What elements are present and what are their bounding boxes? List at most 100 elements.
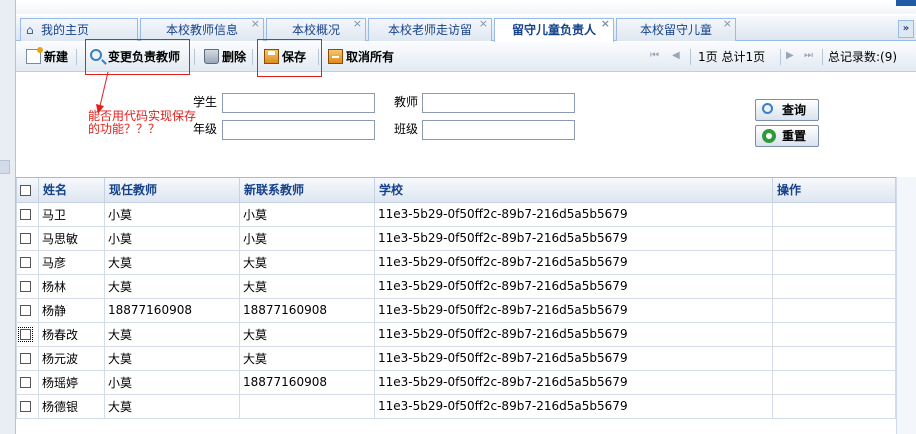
row-checkbox[interactable] <box>20 281 31 292</box>
cell-new-teacher[interactable]: 大莫 <box>239 250 375 275</box>
column-header-action[interactable]: 操作 <box>772 178 896 203</box>
row-checkbox[interactable] <box>20 353 31 364</box>
row-select-cell[interactable] <box>16 226 39 251</box>
tab-home[interactable]: ⌂ 我的主页 <box>20 18 138 41</box>
cell-action[interactable] <box>772 202 896 227</box>
cell-action[interactable] <box>772 298 896 323</box>
cancel-all-label: 取消所有 <box>346 50 395 64</box>
last-page-icon[interactable]: ⏭ <box>804 49 813 63</box>
cell-new-teacher[interactable]: 18877160908 <box>239 298 375 323</box>
student-input[interactable] <box>222 93 375 113</box>
cell-name: 杨元波 <box>38 346 105 371</box>
table-row[interactable]: 杨春改 大莫 大莫 11e3-5b29-0f50ff2c-89b7-216d5a… <box>16 322 896 347</box>
cell-current-teacher: 小莫 <box>104 370 240 395</box>
cell-action[interactable] <box>772 394 896 419</box>
close-icon[interactable]: × <box>353 17 362 31</box>
vertical-scrollbar[interactable] <box>896 177 916 434</box>
row-checkbox[interactable] <box>20 305 31 316</box>
cell-new-teacher[interactable]: 18877160908 <box>239 370 375 395</box>
tab-teacher-visits[interactable]: 本校老师走访留 × <box>368 17 492 41</box>
row-select-cell[interactable] <box>16 346 39 371</box>
row-checkbox[interactable] <box>20 377 31 388</box>
toolbar-separator <box>690 49 691 65</box>
cell-new-teacher[interactable]: 小莫 <box>239 226 375 251</box>
tab-teacher-info[interactable]: 本校教师信息 × <box>140 17 264 41</box>
reset-button[interactable]: 重置 <box>755 125 819 147</box>
row-select-cell[interactable] <box>16 250 39 275</box>
row-checkbox[interactable] <box>20 257 31 268</box>
close-icon[interactable]: × <box>601 17 610 31</box>
query-button[interactable]: 查询 <box>755 99 819 121</box>
tab-school-overview[interactable]: 本校概况 × <box>266 17 366 41</box>
table-row[interactable]: 马思敏 小莫 小莫 11e3-5b29-0f50ff2c-89b7-216d5a… <box>16 226 896 251</box>
cell-school: 11e3-5b29-0f50ff2c-89b7-216d5a5b5679 <box>374 346 773 371</box>
cell-new-teacher[interactable]: 大莫 <box>239 274 375 299</box>
search-icon <box>762 103 773 114</box>
row-select-cell[interactable] <box>16 274 39 299</box>
teacher-input[interactable] <box>422 93 575 113</box>
cell-action[interactable] <box>772 274 896 299</box>
row-select-cell[interactable] <box>16 322 39 347</box>
cell-new-teacher[interactable]: 大莫 <box>239 322 375 347</box>
cell-action[interactable] <box>772 346 896 371</box>
column-header-current-teacher[interactable]: 现任教师 <box>104 178 240 203</box>
next-page-icon[interactable]: ▶ <box>786 49 794 63</box>
cell-current-teacher: 18877160908 <box>104 298 240 323</box>
table-row[interactable]: 杨静 18877160908 18877160908 11e3-5b29-0f5… <box>16 298 896 323</box>
table-row[interactable]: 杨瑶婷 小莫 18877160908 11e3-5b29-0f50ff2c-89… <box>16 370 896 395</box>
column-header-school[interactable]: 学校 <box>374 178 773 203</box>
cell-action[interactable] <box>772 226 896 251</box>
collapse-handle[interactable] <box>0 160 10 174</box>
row-select-cell[interactable] <box>16 394 39 419</box>
row-select-cell[interactable] <box>16 298 39 323</box>
table-row[interactable]: 马彦 大莫 大莫 11e3-5b29-0f50ff2c-89b7-216d5a5… <box>16 250 896 275</box>
cell-name: 杨静 <box>38 298 105 323</box>
tab-left-behind-responsible[interactable]: 留守儿童负责人 × <box>494 17 614 42</box>
table-row[interactable]: 马卫 小莫 小莫 11e3-5b29-0f50ff2c-89b7-216d5a5… <box>16 202 896 227</box>
cell-action[interactable] <box>772 370 896 395</box>
class-input[interactable] <box>422 120 575 140</box>
cell-current-teacher: 大莫 <box>104 346 240 371</box>
cell-current-teacher: 小莫 <box>104 226 240 251</box>
new-document-icon <box>26 47 43 64</box>
class-label: 班级 <box>394 122 419 136</box>
close-icon[interactable]: × <box>251 17 260 31</box>
new-button[interactable]: 新建 <box>26 47 68 67</box>
first-page-icon[interactable]: ⏮ <box>650 49 659 63</box>
cell-school: 11e3-5b29-0f50ff2c-89b7-216d5a5b5679 <box>374 250 773 275</box>
cell-action[interactable] <box>772 250 896 275</box>
column-header-name[interactable]: 姓名 <box>38 178 105 203</box>
table-row[interactable]: 杨元波 大莫 大莫 11e3-5b29-0f50ff2c-89b7-216d5a… <box>16 346 896 371</box>
delete-button-label: 删除 <box>222 50 247 64</box>
row-checkbox[interactable] <box>20 209 31 220</box>
delete-button[interactable]: 删除 <box>204 47 246 67</box>
cancel-icon <box>328 49 343 64</box>
cancel-all-button[interactable]: 取消所有 <box>328 47 394 67</box>
cell-school: 11e3-5b29-0f50ff2c-89b7-216d5a5b5679 <box>374 274 773 299</box>
cell-new-teacher[interactable]: 大莫 <box>239 346 375 371</box>
cell-action[interactable] <box>772 322 896 347</box>
row-select-cell[interactable] <box>16 202 39 227</box>
cell-new-teacher[interactable] <box>239 394 375 419</box>
tab-overflow-icon[interactable]: » <box>898 20 914 38</box>
close-icon[interactable]: × <box>479 17 488 31</box>
annotation-box-save <box>257 39 322 77</box>
row-select-cell[interactable] <box>16 370 39 395</box>
toolbar-separator <box>76 49 77 65</box>
cell-name: 杨林 <box>38 274 105 299</box>
row-checkbox[interactable] <box>20 233 31 244</box>
select-all-cell[interactable] <box>16 178 39 203</box>
select-all-checkbox[interactable] <box>20 184 31 196</box>
row-checkbox[interactable] <box>20 401 31 412</box>
table-row[interactable]: 杨德银 大莫 11e3-5b29-0f50ff2c-89b7-216d5a5b5… <box>16 394 896 419</box>
column-header-new-teacher[interactable]: 新联系教师 <box>239 178 375 203</box>
cell-new-teacher[interactable]: 小莫 <box>239 202 375 227</box>
row-checkbox[interactable] <box>18 327 33 342</box>
tab-label: 本校概况 <box>291 23 340 37</box>
close-icon[interactable]: × <box>723 17 732 31</box>
tab-left-behind-children[interactable]: 本校留守儿童 × <box>616 17 736 41</box>
table-row[interactable]: 杨林 大莫 大莫 11e3-5b29-0f50ff2c-89b7-216d5a5… <box>16 274 896 299</box>
grade-input[interactable] <box>222 120 375 140</box>
prev-page-icon[interactable]: ◀ <box>672 49 680 63</box>
cell-name: 马彦 <box>38 250 105 275</box>
